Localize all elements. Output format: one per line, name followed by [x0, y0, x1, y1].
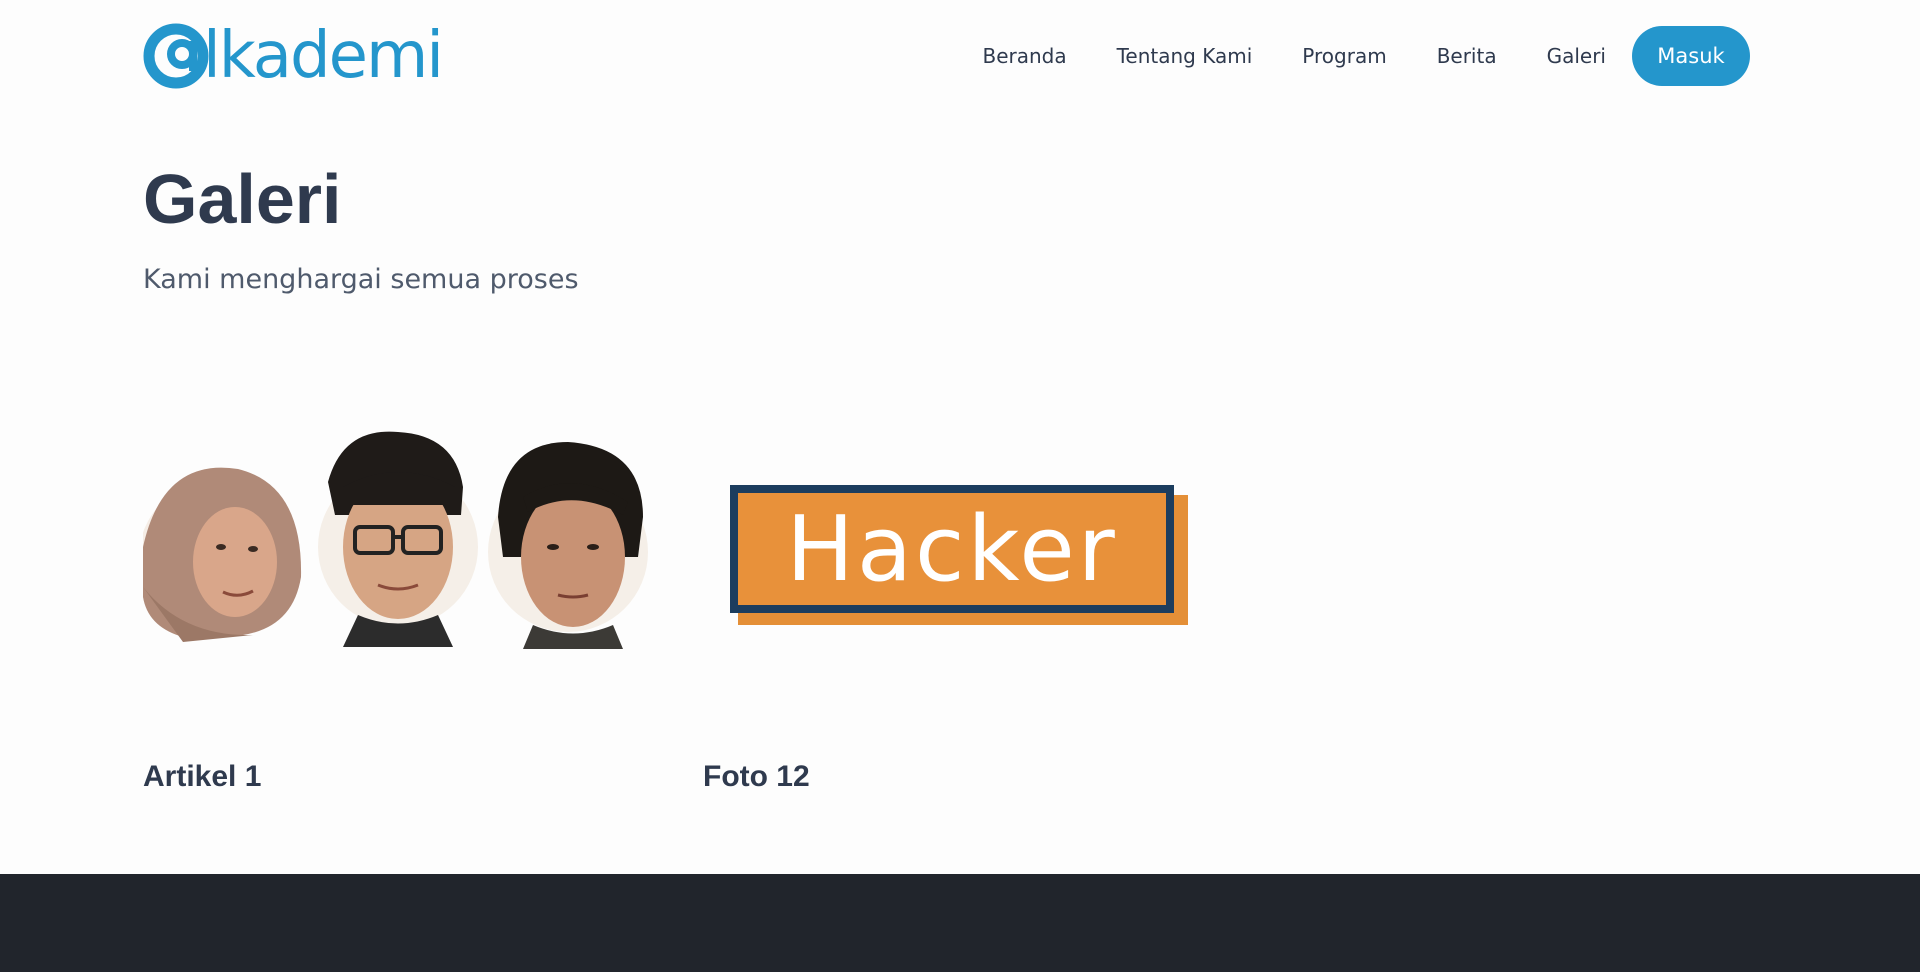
- page-subtitle: Kami menghargai semua proses: [143, 264, 579, 295]
- nav-item-beranda[interactable]: Beranda: [982, 44, 1066, 68]
- logo-mark-icon: [143, 23, 209, 89]
- nav-item-program[interactable]: Program: [1302, 44, 1386, 68]
- site-header: lkademi Beranda Tentang Kami Program Ber…: [0, 0, 1920, 112]
- login-button[interactable]: Masuk: [1632, 26, 1750, 86]
- hacker-banner-image: Hacker: [730, 485, 1188, 625]
- hacker-banner-text: Hacker: [786, 496, 1118, 602]
- page-title: Galeri: [143, 160, 342, 238]
- hacker-banner-frame: Hacker: [730, 485, 1174, 613]
- gallery-card-foto-12[interactable]: Hacker: [700, 387, 1215, 727]
- portrait-2: [318, 431, 478, 647]
- portrait-3: [488, 442, 648, 649]
- portrait-1: [143, 467, 302, 642]
- logo-text: lkademi: [203, 19, 444, 93]
- gallery-caption-1[interactable]: Artikel 1: [143, 760, 261, 794]
- main-nav: Beranda Tentang Kami Program Berita Gale…: [982, 26, 1750, 86]
- site-footer: [0, 874, 1920, 972]
- site-logo[interactable]: lkademi: [143, 18, 444, 94]
- nav-item-tentang-kami[interactable]: Tentang Kami: [1117, 44, 1253, 68]
- gallery-caption-2[interactable]: Foto 12: [703, 760, 810, 794]
- portraits-image: [143, 431, 648, 649]
- nav-item-galeri[interactable]: Galeri: [1547, 44, 1606, 68]
- gallery-card-artikel-1[interactable]: [143, 387, 658, 727]
- nav-item-berita[interactable]: Berita: [1437, 44, 1497, 68]
